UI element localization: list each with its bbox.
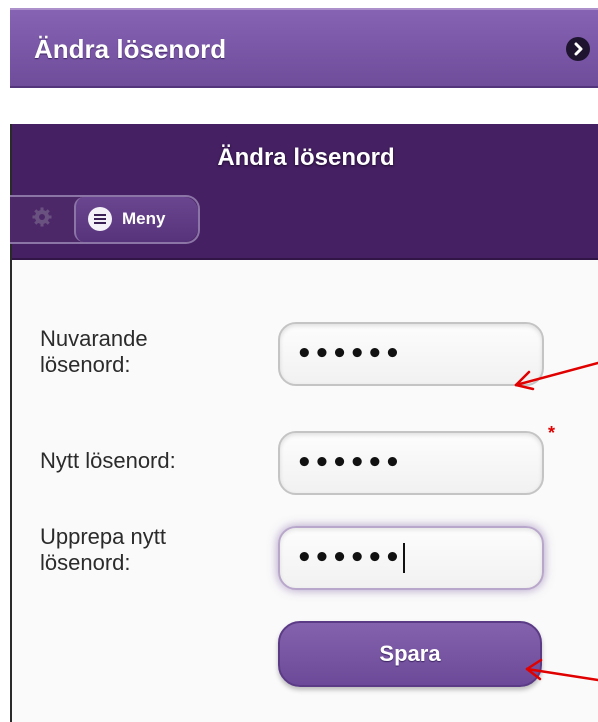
form-content: Nuvarande lösenord: •••••• Nytt lösenord…: [12, 260, 598, 722]
gear-icon: [31, 206, 53, 233]
repeat-password-field[interactable]: ••••••: [278, 526, 544, 590]
page-title: Ändra lösenord: [217, 144, 395, 171]
hamburger-icon: [88, 207, 112, 231]
required-marker: *: [548, 423, 556, 443]
current-password-label: Nuvarande lösenord:: [40, 326, 148, 377]
text-cursor: [402, 543, 405, 573]
page: Ändra lösenord Ändra lösenord Meny Nuvar…: [0, 0, 598, 722]
header-button-group: Meny: [10, 195, 200, 244]
save-button[interactable]: Spara: [278, 621, 542, 687]
repeat-password-value: ••••••: [296, 543, 402, 573]
change-password-screen: Ändra lösenord Meny Nuvarande lösenord: …: [10, 124, 598, 722]
repeat-password-label: Upprepa nytt lösenord:: [40, 524, 166, 575]
menu-button[interactable]: Meny: [74, 197, 198, 242]
settings-button[interactable]: [10, 197, 74, 242]
list-item-label: Ändra lösenord: [34, 34, 227, 64]
list-item-change-password[interactable]: Ändra lösenord: [10, 8, 598, 88]
header-bar: Ändra lösenord Meny: [10, 124, 598, 260]
chevron-right-circle-icon: [566, 37, 590, 61]
current-password-field[interactable]: ••••••: [278, 322, 544, 386]
new-password-field[interactable]: ••••••: [278, 431, 544, 495]
new-password-label: Nytt lösenord:: [40, 448, 176, 473]
menu-button-label: Meny: [122, 209, 166, 228]
